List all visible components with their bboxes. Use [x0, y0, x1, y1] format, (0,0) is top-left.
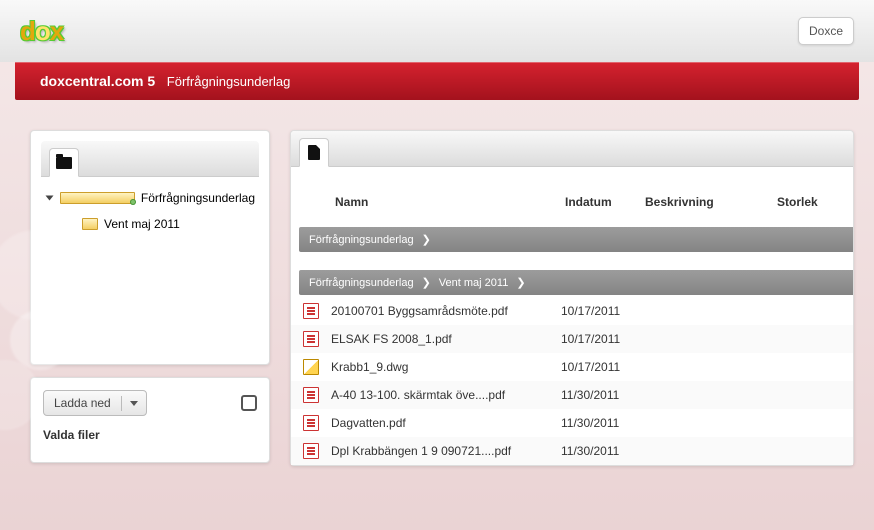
path-segment[interactable]: Förfrågningsunderlag	[309, 234, 414, 246]
table-row[interactable]: 20100701 Byggsamrådsmöte.pdf10/17/2011	[291, 297, 853, 325]
tree-node-label: Förfrågningsunderlag	[141, 191, 255, 205]
download-panel: Ladda ned Valda filer	[30, 377, 270, 463]
file-name: Dagvatten.pdf	[331, 416, 561, 430]
file-name: A-40 13-100. skärmtak öve....pdf	[331, 388, 561, 402]
pdf-icon	[303, 331, 319, 347]
file-icon	[308, 145, 320, 160]
tab-folders[interactable]	[49, 148, 79, 177]
doxcentral-button[interactable]: Doxce	[798, 17, 854, 45]
pdf-icon	[303, 415, 319, 431]
pdf-icon	[303, 443, 319, 459]
topbar: dox Doxce	[0, 0, 874, 62]
file-date: 10/17/2011	[561, 332, 641, 346]
chevron-right-icon: ❯	[516, 276, 525, 289]
file-date: 10/17/2011	[561, 304, 641, 318]
breadcrumb: doxcentral.com 5 Förfrågningsunderlag	[15, 62, 859, 100]
file-date: 11/30/2011	[561, 388, 641, 402]
col-name[interactable]: Namn	[335, 195, 565, 209]
selected-files-label: Valda filer	[43, 428, 257, 442]
chevron-right-icon: ❯	[422, 233, 431, 246]
tab-strip	[291, 131, 853, 167]
column-headers: Namn Indatum Beskrivning Storlek	[291, 185, 853, 219]
file-name: Krabb1_9.dwg	[331, 360, 561, 374]
table-row[interactable]: Dpl Krabbängen 1 9 090721....pdf11/30/20…	[291, 437, 853, 465]
dwg-icon	[303, 359, 319, 375]
path-bar[interactable]: Förfrågningsunderlag ❯	[299, 227, 853, 252]
select-all-checkbox[interactable]	[241, 395, 257, 411]
folder-icon	[82, 218, 98, 230]
file-date: 11/30/2011	[561, 416, 641, 430]
chevron-right-icon: ❯	[422, 276, 431, 289]
chevron-down-icon[interactable]	[121, 396, 146, 411]
tree-node-label: Vent maj 2011	[104, 217, 180, 231]
table-row[interactable]: Dagvatten.pdf11/30/2011	[291, 409, 853, 437]
file-list-panel: Namn Indatum Beskrivning Storlek Förfråg…	[290, 130, 854, 466]
path-segment[interactable]: Förfrågningsunderlag	[309, 277, 414, 289]
file-name: 20100701 Byggsamrådsmöte.pdf	[331, 304, 561, 318]
tab-strip	[41, 141, 259, 177]
path-bar[interactable]: Förfrågningsunderlag ❯ Vent maj 2011 ❯	[299, 270, 853, 295]
file-date: 10/17/2011	[561, 360, 641, 374]
breadcrumb-item[interactable]: Förfrågningsunderlag	[167, 74, 291, 89]
col-desc[interactable]: Beskrivning	[645, 195, 777, 209]
tree-node-root[interactable]: Förfrågningsunderlag	[45, 185, 255, 211]
table-row[interactable]: ELSAK FS 2008_1.pdf10/17/2011	[291, 325, 853, 353]
download-button[interactable]: Ladda ned	[43, 390, 147, 416]
folder-icon	[60, 192, 135, 204]
folder-icon	[56, 157, 72, 169]
pdf-icon	[303, 387, 319, 403]
path-segment[interactable]: Vent maj 2011	[439, 277, 509, 289]
file-date: 11/30/2011	[561, 444, 641, 458]
table-row[interactable]: Krabb1_9.dwg10/17/2011	[291, 353, 853, 381]
col-indatum[interactable]: Indatum	[565, 195, 645, 209]
logo[interactable]: dox	[20, 16, 63, 47]
expand-icon[interactable]	[46, 196, 54, 201]
table-row[interactable]: A-40 13-100. skärmtak öve....pdf11/30/20…	[291, 381, 853, 409]
file-name: ELSAK FS 2008_1.pdf	[331, 332, 561, 346]
tree-node-child[interactable]: Vent maj 2011	[67, 211, 255, 237]
col-size[interactable]: Storlek	[777, 195, 837, 209]
file-name: Dpl Krabbängen 1 9 090721....pdf	[331, 444, 561, 458]
tab-files[interactable]	[299, 138, 329, 167]
site-title: doxcentral.com 5	[40, 73, 155, 89]
pdf-icon	[303, 303, 319, 319]
